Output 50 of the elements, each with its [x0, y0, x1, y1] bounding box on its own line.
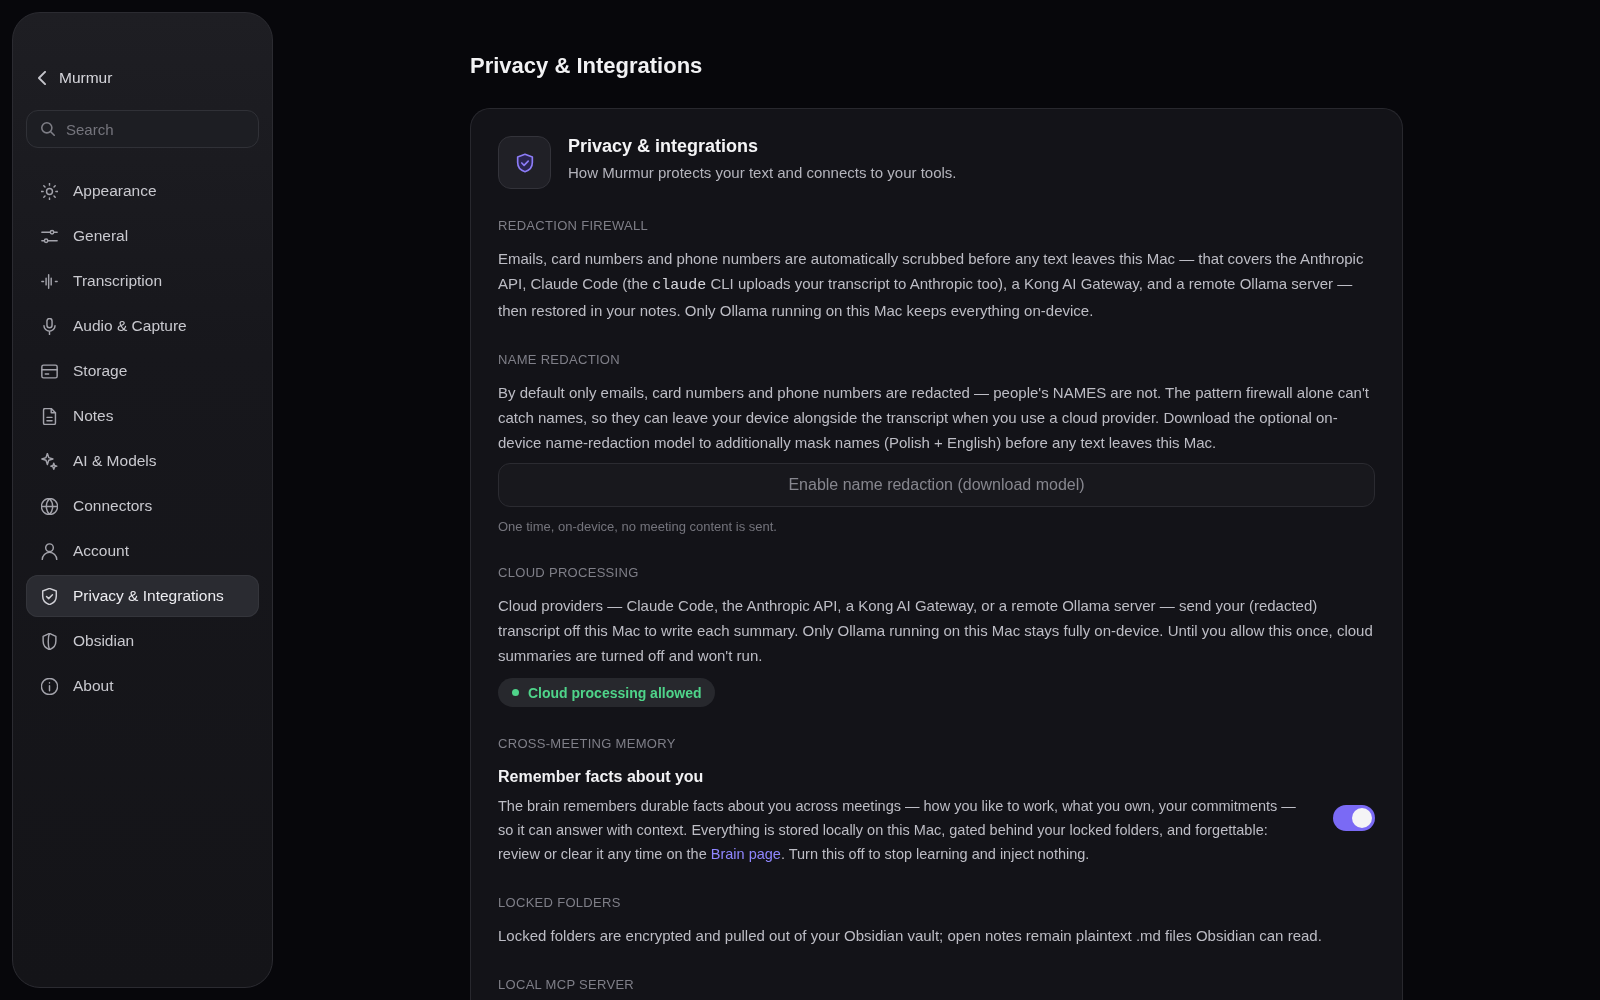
- chevron-left-icon: [38, 71, 46, 85]
- section-description: By default only emails, card numbers and phone numbers are redacted — people's NAMES are not. The pattern firewall alone can't catch names, so they can leave your device alongside the transcript when you use a cloud provider. Download the optional on-device name-redaction model to additionally mask names (Polish + English) before any text leaves this Mac.: [498, 383, 1370, 453]
- sidebar-item[interactable]: Account: [26, 530, 259, 572]
- card-subtitle: How Murmur protects your text and connects to your tools.: [568, 163, 957, 183]
- section-heading: CROSS-MEETING MEMORY: [498, 735, 676, 753]
- document-icon: [41, 407, 58, 425]
- globe-icon: [41, 497, 58, 515]
- hint-text: One time, on-device, no meeting content is sent.: [498, 518, 777, 536]
- sidebar-item[interactable]: Notes: [26, 395, 259, 437]
- info-icon: [41, 677, 58, 695]
- sparkle-icon: [41, 452, 58, 470]
- drive-icon: [41, 362, 58, 380]
- section-heading: CLOUD PROCESSING: [498, 564, 639, 582]
- person-icon: [41, 542, 58, 560]
- status-dot-icon: [512, 689, 519, 696]
- setting-title: Remember facts about you: [498, 767, 704, 787]
- sidebar-item[interactable]: About: [26, 665, 259, 707]
- sidebar-item[interactable]: Storage: [26, 350, 259, 392]
- sidebar-item[interactable]: Privacy & Integrations: [26, 575, 259, 617]
- shield-check-icon: [498, 136, 551, 189]
- download-model-button[interactable]: Enable name redaction (download model): [498, 463, 1375, 507]
- sun-icon: [41, 182, 58, 200]
- sidebar-item[interactable]: AI & Models: [26, 440, 259, 482]
- section-description: The brain remembers durable facts about you across meetings — how you like to work, what you own, your commitments — so it can answer with context. Everything is stored locally on this Mac, gated behind your locked folders, and forgettable: review or clear it any time on the Brain page. Turn this off to stop learning and inject nothing.: [498, 797, 1297, 864]
- sliders-icon: [41, 227, 58, 245]
- sidebar-item[interactable]: Audio & Capture: [26, 305, 259, 347]
- back-button[interactable]: Murmur: [26, 60, 113, 96]
- section-heading: LOCAL MCP SERVER: [498, 976, 635, 994]
- page-link[interactable]: Brain page: [710, 846, 781, 862]
- sidebar-item[interactable]: Connectors: [26, 485, 259, 527]
- page-title: Privacy & Integrations: [470, 52, 703, 80]
- sidebar-item[interactable]: Appearance: [26, 170, 259, 212]
- waveform-icon: [41, 272, 58, 290]
- search-field[interactable]: Search: [26, 110, 259, 148]
- shield-check-icon: [41, 587, 58, 605]
- section-description: Emails, card numbers and phone numbers are automatically scrubbed before any text leaves this Mac — that covers the Anthropic API, Claude Code (the claude CLI uploads your transcript to Anthropic too), a Kong AI Gateway, and a remote Ollama server — then restored in your notes. Only Ollama running on this Mac keeps everything on-device.: [498, 249, 1365, 321]
- sidebar-item[interactable]: General: [26, 215, 259, 257]
- sidebar-item[interactable]: Obsidian: [26, 620, 259, 662]
- toggle-switch[interactable]: [1333, 804, 1375, 831]
- sidebar-item[interactable]: Transcription: [26, 260, 259, 302]
- section-heading: REDACTION FIREWALL: [498, 217, 649, 235]
- section-description: Cloud providers — Claude Code, the Anthropic API, a Kong AI Gateway, or a remote Ollama server — send your (redacted) transcript off this Mac to write each summary. Only Ollama running on this Mac stays fully on-device. Until you allow this once, cloud summaries are turned off and won't run.: [498, 596, 1374, 666]
- section-heading: LOCKED FOLDERS: [498, 894, 621, 912]
- section-description: Locked folders are encrypted and pulled out of your Obsidian vault; open notes remain plaintext .md files Obsidian can read.: [498, 926, 1323, 946]
- microphone-icon: [41, 317, 58, 335]
- card-title: Privacy & integrations: [568, 135, 759, 157]
- search-icon: [41, 122, 55, 136]
- status-label: Cloud processing allowed: [528, 684, 702, 701]
- section-heading: NAME REDACTION: [498, 351, 620, 369]
- shield-icon: [41, 632, 58, 650]
